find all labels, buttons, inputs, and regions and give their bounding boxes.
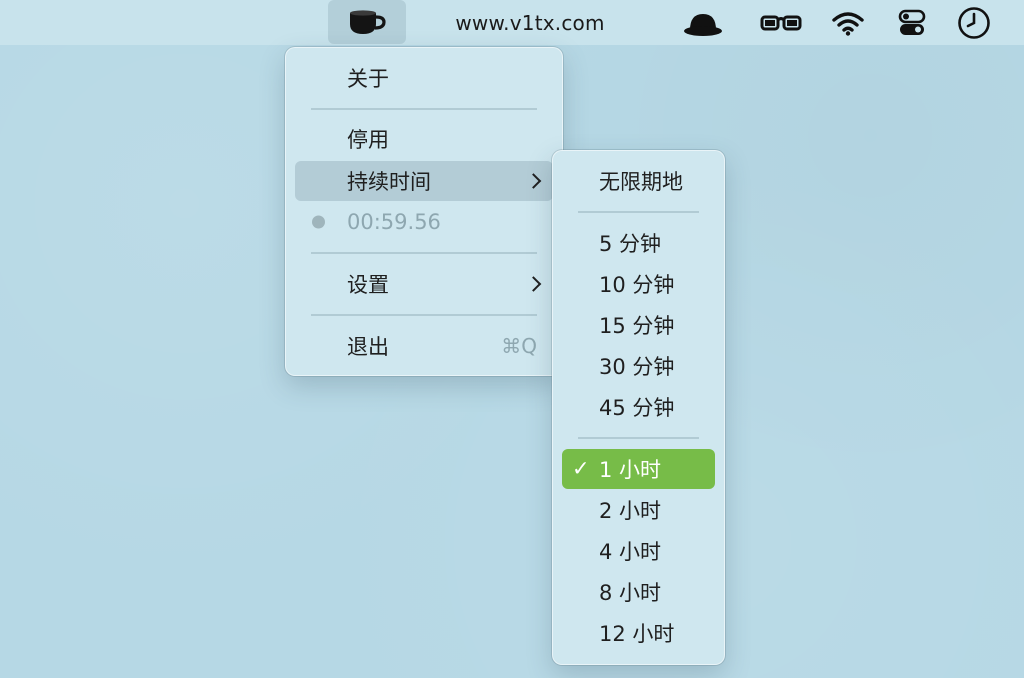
menu-separator xyxy=(311,108,537,110)
menu-item-label: 关于 xyxy=(347,67,389,91)
menu-item-disable[interactable]: 停用 xyxy=(295,119,553,159)
menu-separator xyxy=(311,252,537,254)
app-dropdown-menu: 关于 停用 持续时间 00:59.56 设置 退出 ⌘Q xyxy=(285,47,563,376)
duration-item-30min[interactable]: 30 分钟 xyxy=(562,346,715,386)
duration-item-10min[interactable]: 10 分钟 xyxy=(562,264,715,304)
wifi-icon[interactable] xyxy=(828,0,868,45)
menu-item-label: 8 小时 xyxy=(599,581,662,605)
duration-submenu: 无限期地 5 分钟 10 分钟 15 分钟 30 分钟 45 分钟 ✓ 1 小时… xyxy=(552,150,725,665)
hat-icon[interactable] xyxy=(680,0,726,45)
shortcut-label: ⌘Q xyxy=(501,334,537,358)
status-dot-icon xyxy=(312,215,325,229)
menu-item-label: 设置 xyxy=(347,273,389,297)
duration-item-12h[interactable]: 12 小时 xyxy=(562,613,715,653)
duration-item-8h[interactable]: 8 小时 xyxy=(562,572,715,612)
menu-item-label: 停用 xyxy=(347,128,389,152)
duration-item-45min[interactable]: 45 分钟 xyxy=(562,387,715,427)
coffee-cup-icon[interactable] xyxy=(328,0,406,44)
menu-item-label: 12 小时 xyxy=(599,622,675,646)
glasses-icon[interactable] xyxy=(756,0,806,45)
duration-item-1h[interactable]: ✓ 1 小时 xyxy=(562,449,715,489)
menu-separator xyxy=(578,211,699,213)
control-center-icon[interactable] xyxy=(890,0,934,45)
menu-item-quit[interactable]: 退出 ⌘Q xyxy=(295,326,553,366)
chevron-right-icon xyxy=(525,276,542,292)
menu-separator xyxy=(578,437,699,439)
menu-item-label: 持续时间 xyxy=(347,170,431,194)
menu-item-label: 45 分钟 xyxy=(599,396,675,420)
checkmark-icon: ✓ xyxy=(572,456,590,481)
duration-item-2h[interactable]: 2 小时 xyxy=(562,490,715,530)
site-url: www.v1tx.com xyxy=(455,10,605,35)
duration-item-5min[interactable]: 5 分钟 xyxy=(562,223,715,263)
menu-item-label: 无限期地 xyxy=(599,170,683,194)
menu-separator xyxy=(311,314,537,316)
menu-item-label: 10 分钟 xyxy=(599,273,675,297)
duration-item-4h[interactable]: 4 小时 xyxy=(562,531,715,571)
duration-item-indefinitely[interactable]: 无限期地 xyxy=(562,161,715,201)
menu-item-about[interactable]: 关于 xyxy=(295,58,553,98)
menu-item-label: 2 小时 xyxy=(599,499,662,523)
menu-bar: www.v1tx.com xyxy=(0,0,1024,45)
menu-item-label: 30 分钟 xyxy=(599,355,675,379)
menu-item-label: 5 分钟 xyxy=(599,232,662,256)
menu-item-label: 4 小时 xyxy=(599,540,662,564)
menu-item-duration[interactable]: 持续时间 xyxy=(295,161,553,201)
clock-icon[interactable] xyxy=(952,0,996,45)
menu-item-label: 15 分钟 xyxy=(599,314,675,338)
menu-item-remaining-time: 00:59.56 xyxy=(295,202,553,242)
chevron-right-icon xyxy=(525,173,542,189)
menu-item-label: 1 小时 xyxy=(599,458,662,482)
menu-item-label: 退出 xyxy=(347,335,389,359)
menu-item-settings[interactable]: 设置 xyxy=(295,264,553,304)
duration-item-15min[interactable]: 15 分钟 xyxy=(562,305,715,345)
remaining-time-label: 00:59.56 xyxy=(347,210,441,234)
